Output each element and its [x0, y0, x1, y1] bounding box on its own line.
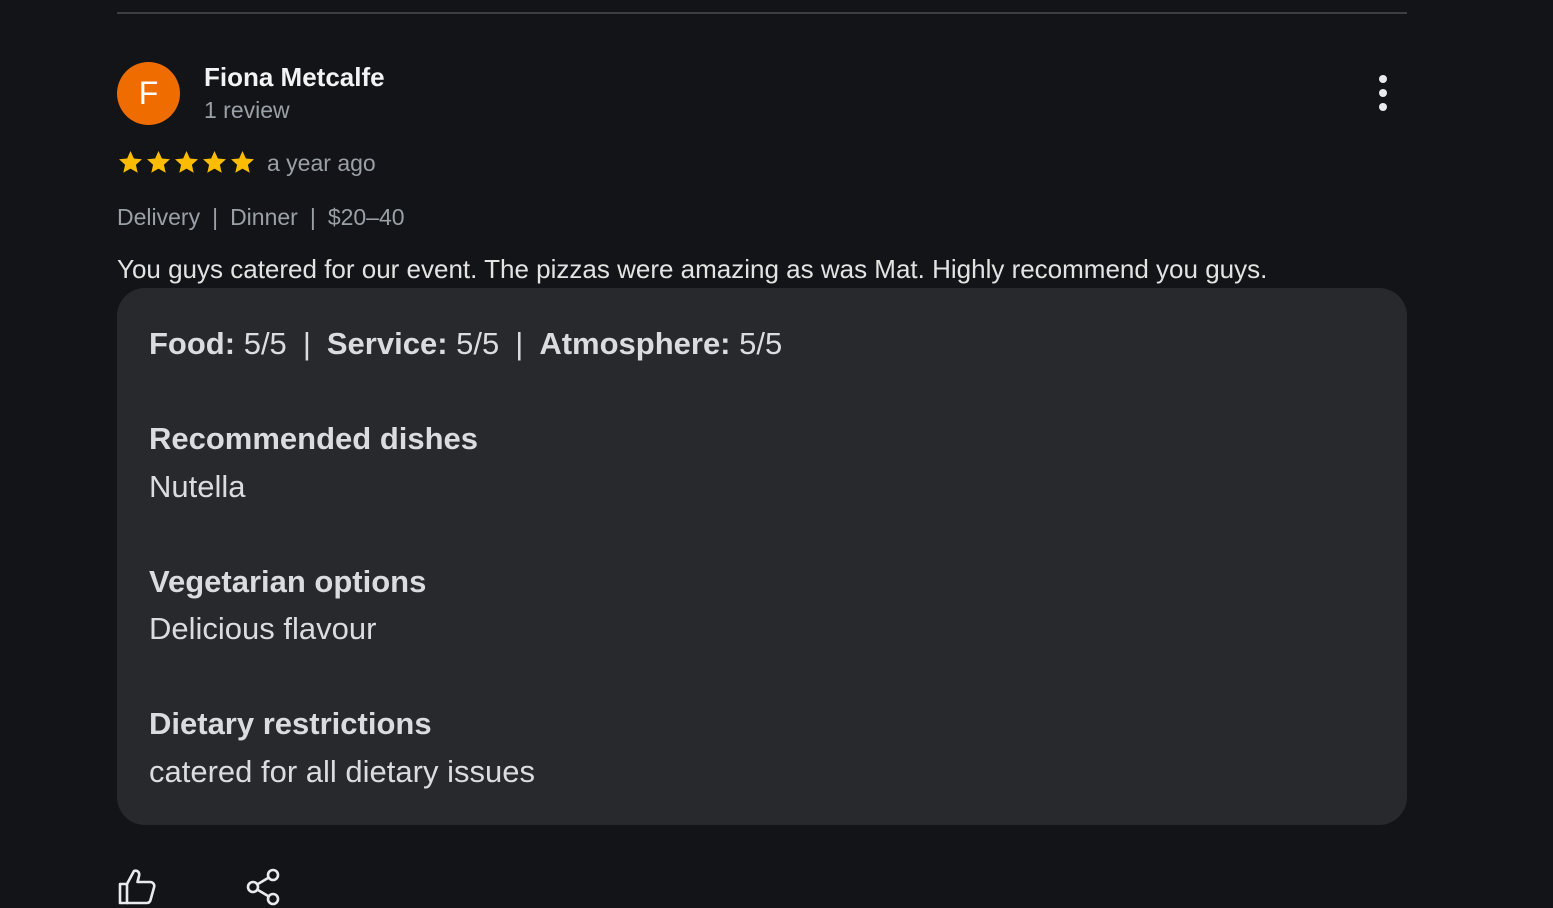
rating-separator: |: [515, 326, 524, 361]
review-details-card: Food: 5/5 | Service: 5/5 | Atmosphere: 5/5 R…: [117, 288, 1407, 825]
tag-meal-type: Dinner: [230, 204, 298, 230]
service-rating-label: Service:: [326, 326, 448, 361]
star-rating: [117, 149, 257, 177]
star-icon: [175, 151, 198, 173]
author-name[interactable]: Fiona Metcalfe: [204, 62, 385, 93]
dietary-restrictions-title: Dietary restrictions: [149, 706, 432, 741]
vegetarian-options-value: Delicious flavour: [149, 611, 377, 646]
review-tags: Delivery | Dinner | $20–40: [117, 204, 405, 231]
atmosphere-rating-label: Atmosphere:: [539, 326, 731, 361]
food-rating-value: 5/5: [243, 326, 287, 361]
more-vert-icon: [1379, 75, 1387, 111]
author-review-count: 1 review: [204, 97, 290, 123]
food-rating-label: Food:: [149, 326, 236, 361]
avatar[interactable]: F: [117, 62, 180, 125]
service-rating-value: 5/5: [456, 326, 500, 361]
tag-separator: |: [212, 204, 219, 230]
star-icon: [231, 151, 254, 173]
rating-separator: |: [302, 326, 311, 361]
sub-ratings: Food: 5/5 | Service: 5/5 | Atmosphere: 5/5: [149, 326, 782, 362]
like-button[interactable]: [117, 866, 157, 906]
star-icon: [147, 151, 170, 173]
share-button[interactable]: [245, 866, 281, 908]
share-icon: [246, 868, 280, 906]
star-icon: [203, 151, 226, 173]
tag-service-type: Delivery: [117, 204, 201, 230]
vegetarian-options-title: Vegetarian options: [149, 564, 427, 599]
tag-separator: |: [309, 204, 316, 230]
tag-price-range: $20–40: [327, 204, 405, 230]
recommended-dishes-title: Recommended dishes: [149, 421, 479, 456]
star-icon: [119, 151, 142, 173]
review-time: a year ago: [267, 150, 376, 176]
atmosphere-rating-value: 5/5: [739, 326, 783, 361]
more-options-button[interactable]: [1362, 70, 1404, 118]
review-text: You guys catered for our event. The pizz…: [117, 254, 1268, 284]
top-divider: [117, 12, 1407, 14]
thumb-up-icon: [118, 869, 156, 905]
dietary-restrictions-value: catered for all dietary issues: [149, 754, 535, 789]
recommended-dishes-value: Nutella: [149, 469, 246, 504]
